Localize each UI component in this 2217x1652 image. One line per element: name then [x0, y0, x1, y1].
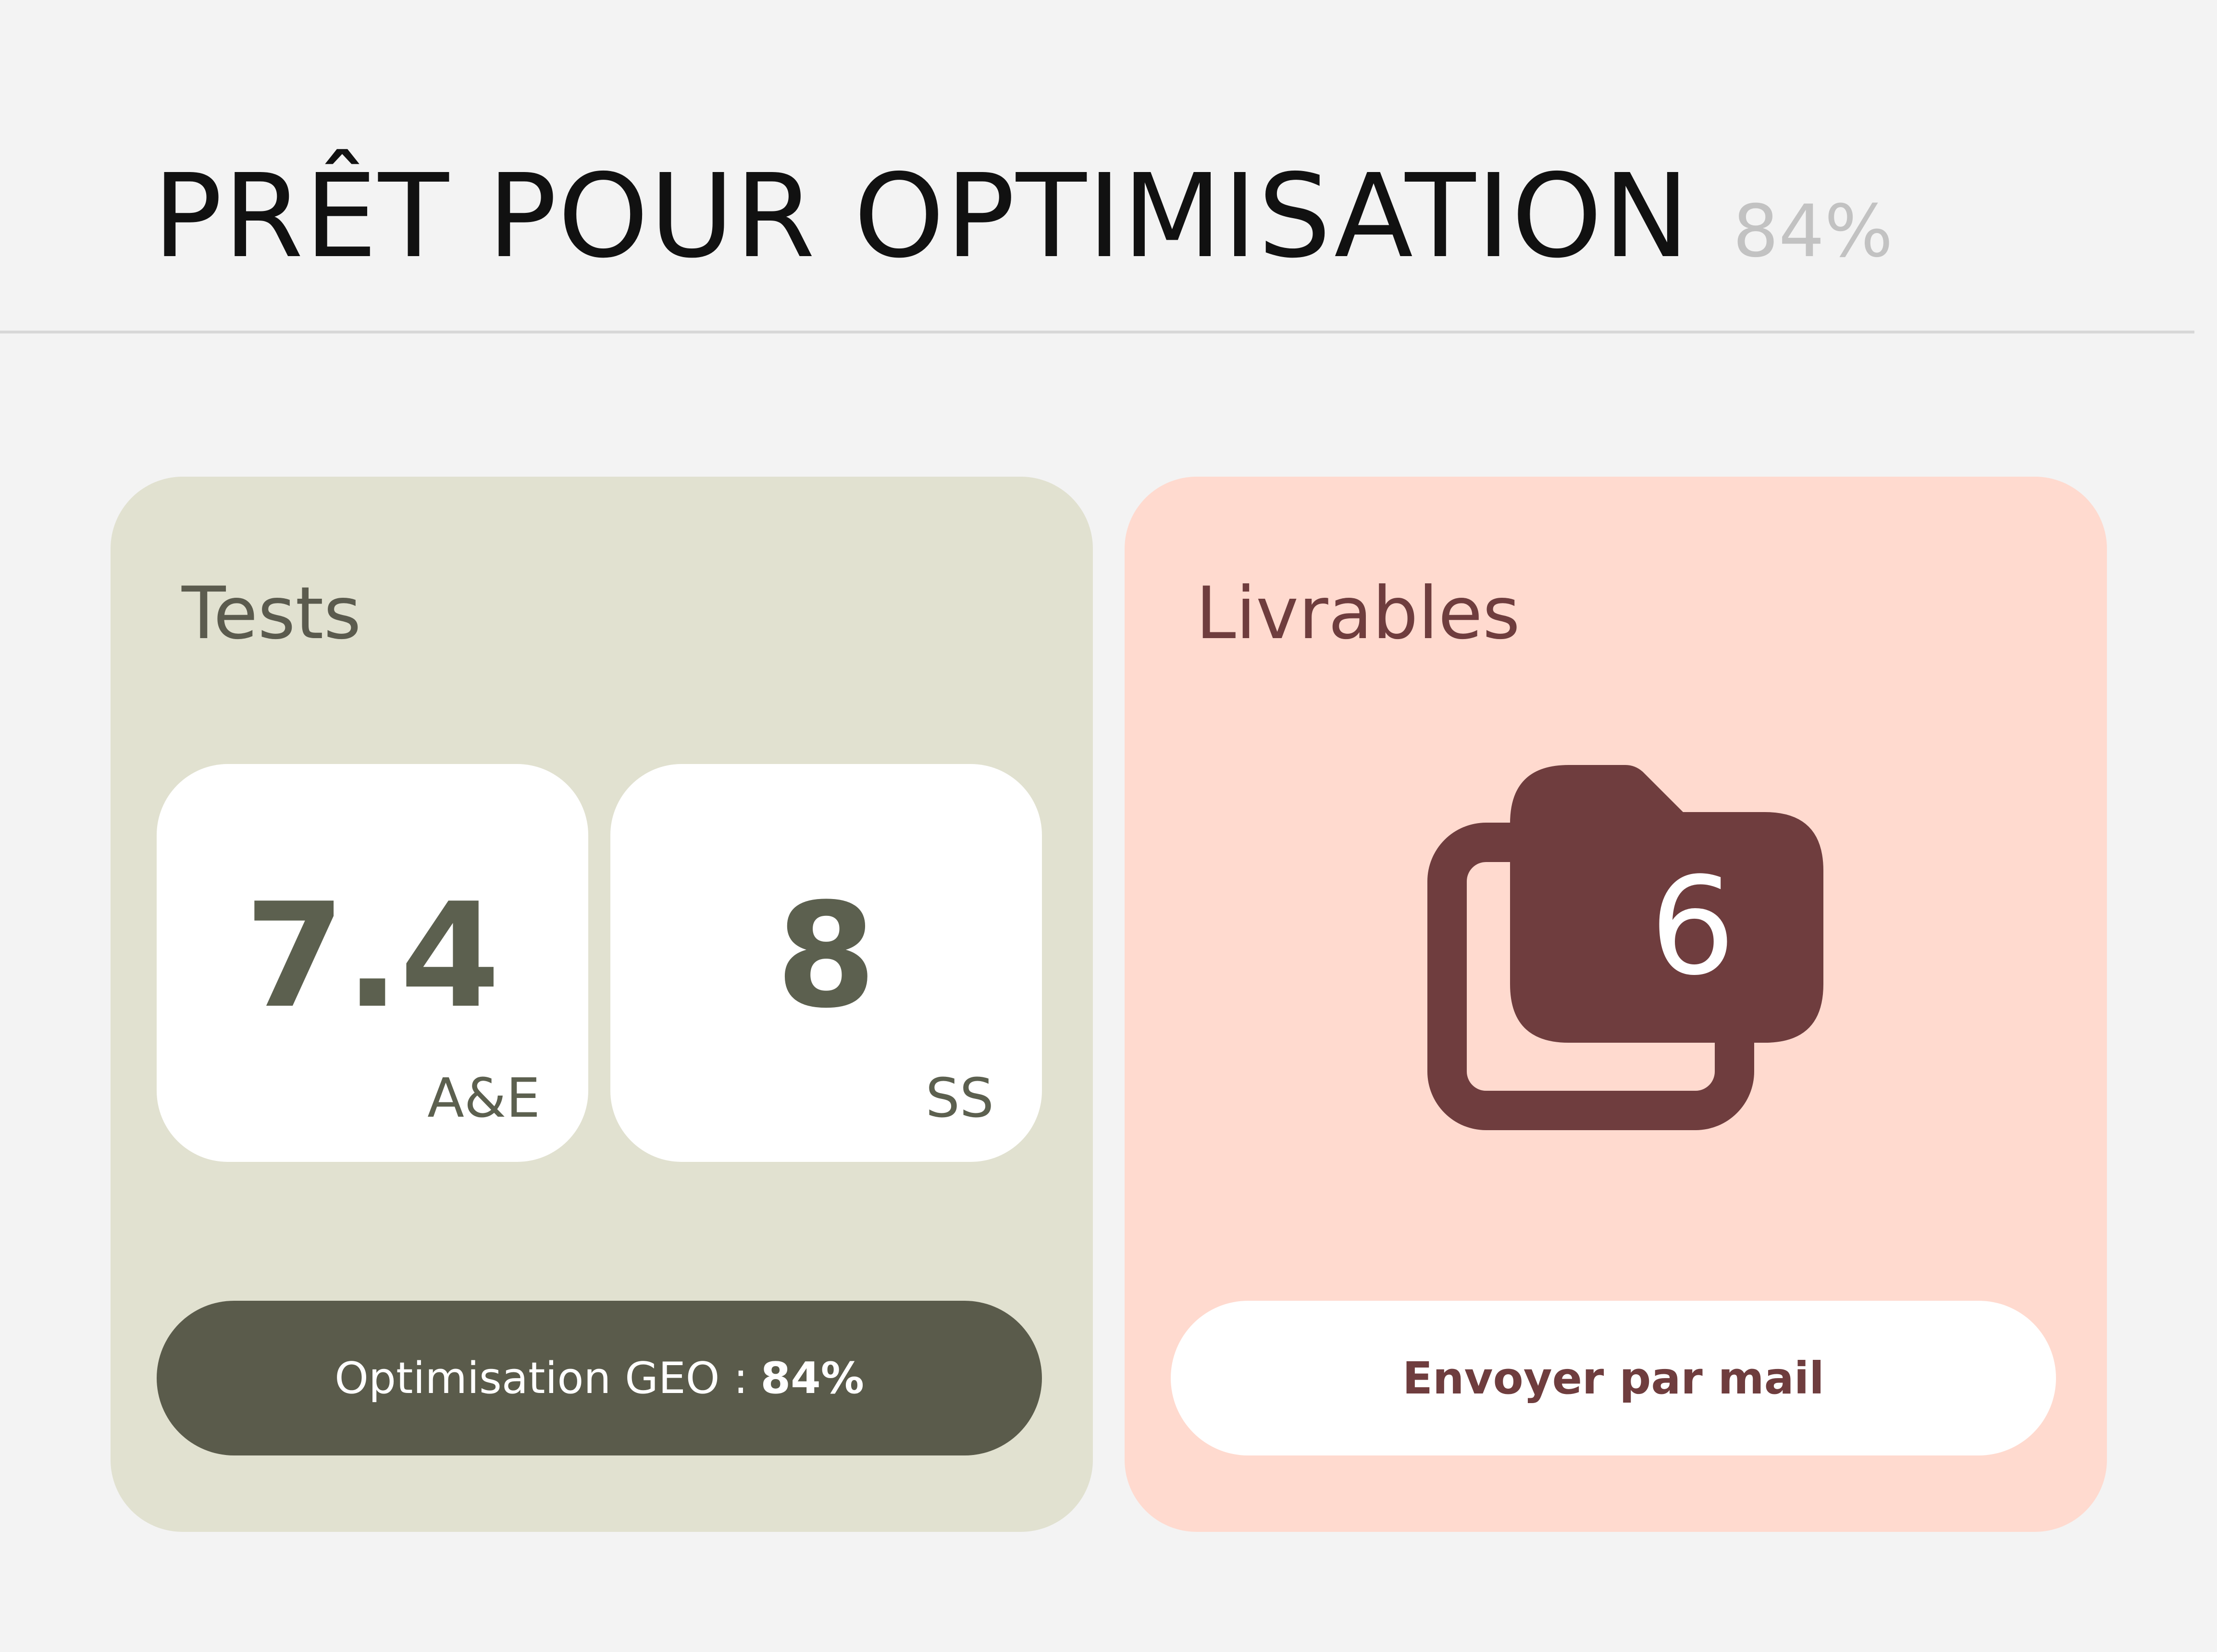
livrables-folder[interactable]: 6 [1419, 742, 1842, 1136]
stat-card-ae[interactable]: 7.4 A&E [157, 764, 588, 1162]
stat-card-ss[interactable]: 8 SS [610, 764, 1042, 1162]
stat-label: A&E [427, 1067, 540, 1130]
tests-card-title: Tests [182, 572, 361, 655]
stat-label: SS [925, 1067, 994, 1130]
tests-card: Tests 7.4 A&E 8 SS Optimisation GEO : 84… [111, 477, 1093, 1532]
livrables-card-title: Livrables [1196, 572, 1520, 655]
geo-optimisation-badge: Optimisation GEO : 84% [157, 1301, 1042, 1455]
page-title: PRÊT POUR OPTIMISATION [153, 149, 1691, 284]
livrables-card: Livrables 6 Envoyer par mail [1125, 477, 2107, 1532]
readiness-percent: 84% [1733, 190, 1893, 273]
header-divider [0, 331, 2194, 333]
send-by-email-button[interactable]: Envoyer par mail [1171, 1301, 2056, 1455]
livrables-count: 6 [1649, 849, 1736, 1005]
geo-label: Optimisation GEO : [334, 1353, 748, 1404]
dashboard-page: PRÊT POUR OPTIMISATION 84% Tests 7.4 A&E… [0, 0, 2217, 1652]
geo-value: 84% [760, 1353, 864, 1404]
page-header: PRÊT POUR OPTIMISATION 84% [153, 159, 2123, 284]
stat-value: 7.4 [245, 872, 500, 1040]
stat-value: 8 [776, 872, 877, 1040]
